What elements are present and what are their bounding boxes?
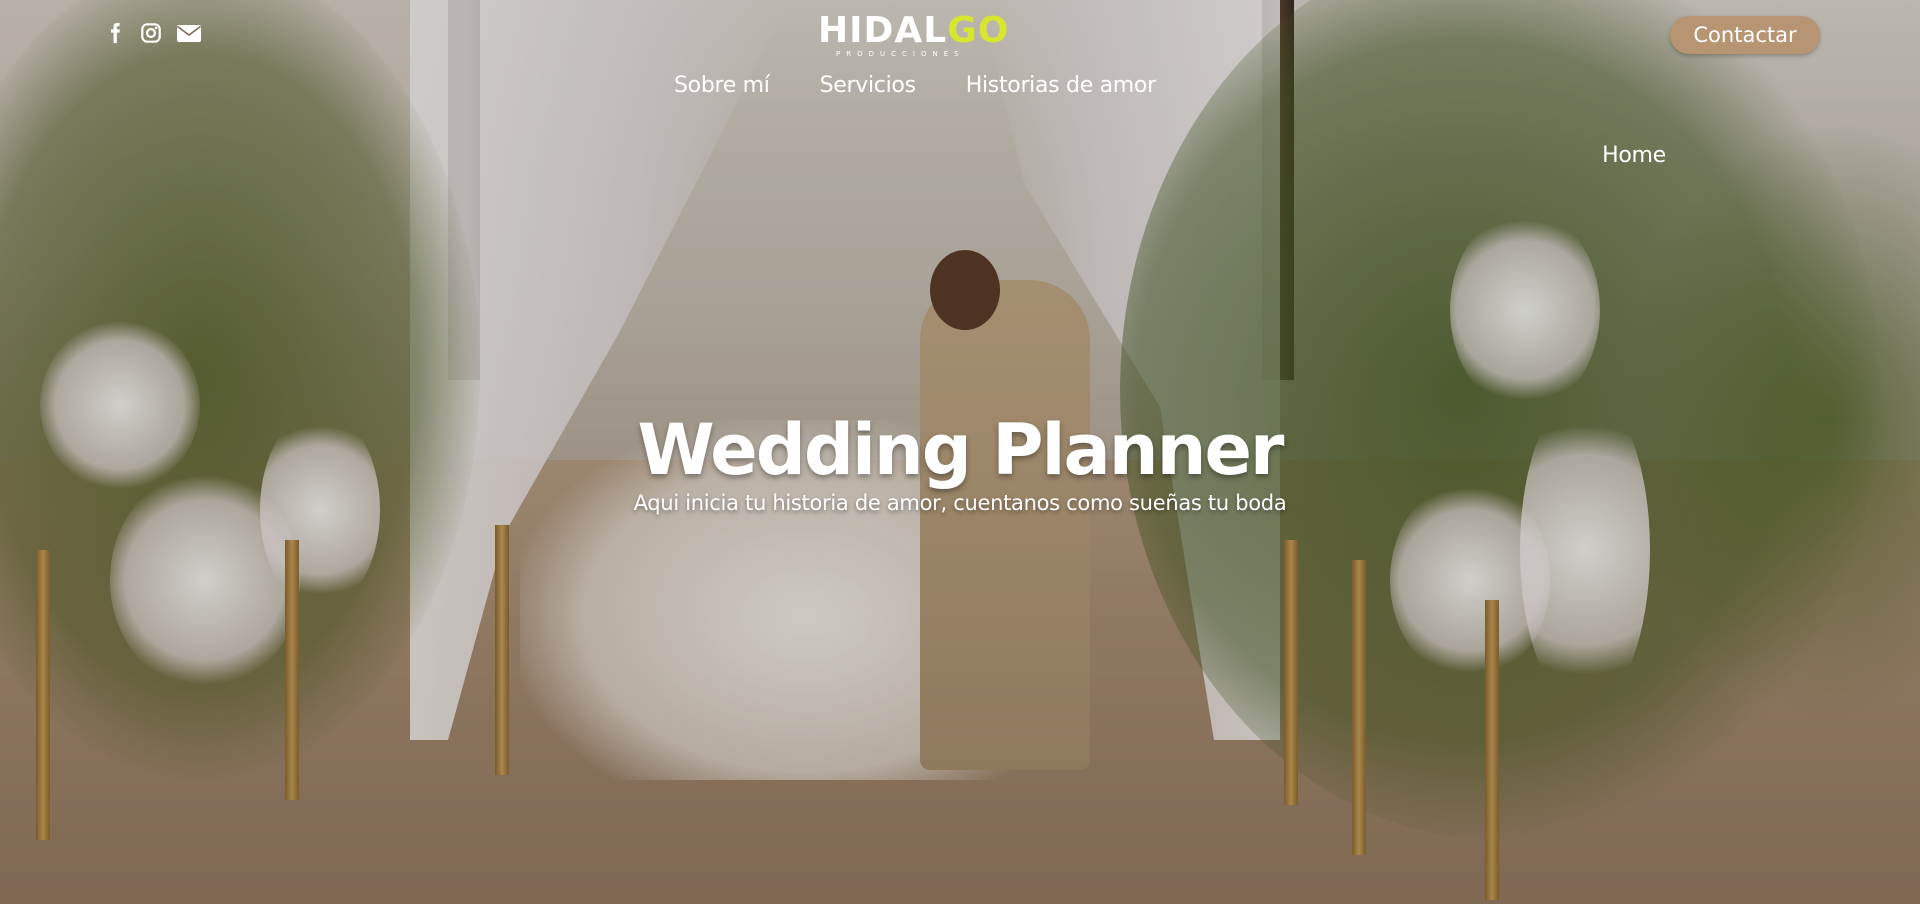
hero-subtitle: Aqui inicia tu historia de amor, cuentan…: [633, 491, 1287, 515]
nav-item-sobre-mi[interactable]: Sobre mí: [649, 70, 795, 102]
contact-button[interactable]: Contactar: [1670, 16, 1820, 54]
logo-main-text: HIDALGO: [818, 10, 1009, 51]
logo-sub-text: PRODUCCIONES: [836, 50, 965, 58]
nav-item-servicios[interactable]: Servicios: [795, 70, 941, 102]
nav-item-home[interactable]: Home: [649, 140, 1920, 172]
facebook-icon[interactable]: [104, 22, 126, 44]
main-nav: Home Sobre mí Servicios Historias de amo…: [649, 70, 1666, 168]
social-links: [104, 22, 202, 44]
hero-title: Wedding Planner: [637, 409, 1285, 491]
logo[interactable]: HIDALGO PRODUCCIONES: [818, 8, 1050, 60]
instagram-icon[interactable]: [140, 22, 162, 44]
envelope-icon[interactable]: [176, 22, 202, 44]
nav-item-historias-de-amor[interactable]: Historias de amor: [941, 70, 1181, 102]
